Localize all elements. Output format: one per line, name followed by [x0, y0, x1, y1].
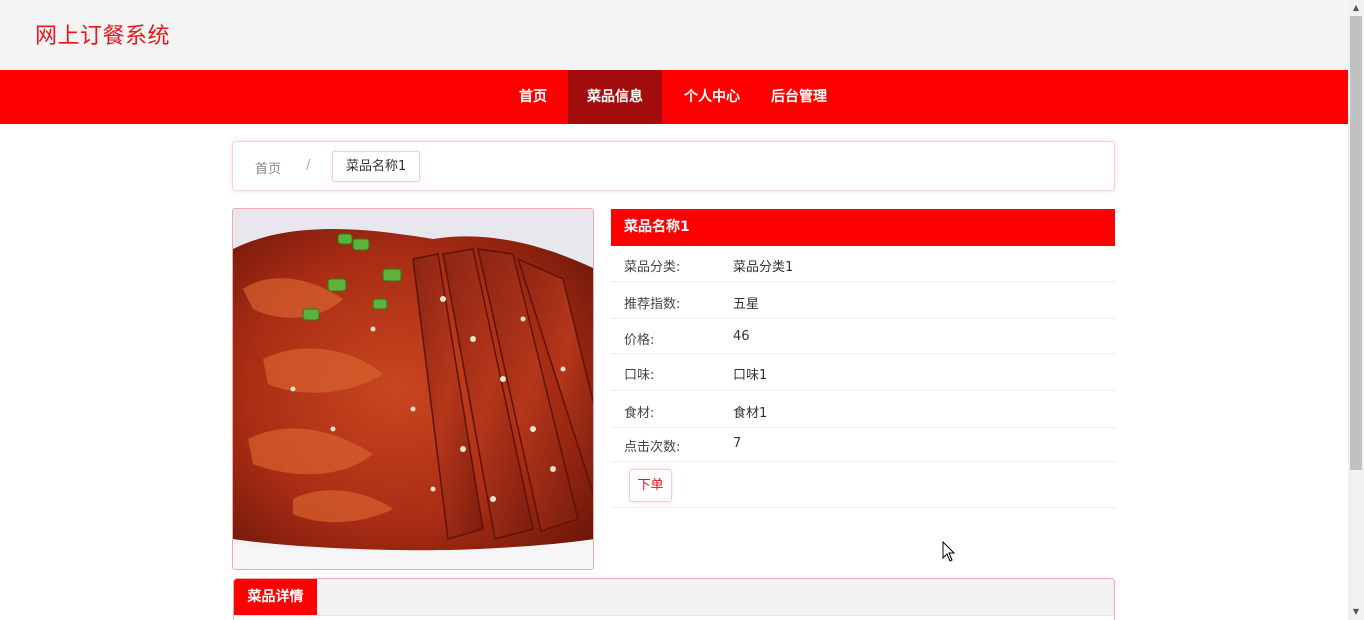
info-row-category: 菜品分类: 菜品分类1	[611, 246, 1115, 282]
nav-item-admin[interactable]: 后台管理	[761, 70, 837, 124]
scroll-down-arrow-icon[interactable]: ▼	[1348, 604, 1364, 620]
breadcrumb-separator: /	[306, 158, 311, 173]
info-row-flavor: 口味: 口味1	[611, 354, 1115, 391]
mouse-cursor-icon	[942, 541, 956, 562]
info-row-price: 价格: 46	[611, 319, 1115, 354]
main-nav: 首页 菜品信息 个人中心 后台管理	[0, 70, 1348, 124]
info-label: 口味:	[624, 368, 655, 383]
info-value: 口味1	[733, 368, 768, 383]
breadcrumb: 首页 / 菜品名称1	[232, 141, 1115, 191]
dish-photo	[232, 208, 594, 570]
order-row: 下单	[611, 462, 1115, 508]
nav-item-dish-info[interactable]: 菜品信息	[568, 70, 662, 124]
info-row-clicks: 点击次数: 7	[611, 428, 1115, 462]
detail-tab-bar: 菜品详情	[234, 579, 1114, 616]
info-label: 食材:	[624, 406, 655, 421]
scroll-up-arrow-icon[interactable]: ▲	[1348, 0, 1364, 16]
order-button[interactable]: 下单	[629, 469, 672, 502]
breadcrumb-current: 菜品名称1	[332, 151, 421, 182]
nav-item-home[interactable]: 首页	[503, 70, 563, 124]
dish-detail-section: 菜品详情	[233, 578, 1115, 620]
tab-dish-detail[interactable]: 菜品详情	[234, 579, 317, 615]
breadcrumb-home-link[interactable]: 首页	[255, 158, 281, 177]
info-label: 推荐指数:	[624, 297, 681, 312]
info-value: 五星	[733, 297, 760, 312]
info-label: 菜品分类:	[624, 260, 681, 275]
info-value: 46	[733, 329, 750, 344]
info-row-rating: 推荐指数: 五星	[611, 282, 1115, 319]
info-label: 价格:	[624, 333, 655, 348]
dish-name-header: 菜品名称1	[611, 209, 1115, 246]
info-row-ingredients: 食材: 食材1	[611, 391, 1115, 428]
info-label: 点击次数:	[624, 440, 681, 455]
site-title: 网上订餐系统	[35, 24, 171, 49]
top-header: 网上订餐系统	[0, 0, 1348, 70]
dish-photo-icon	[233, 209, 593, 569]
page-scrollbar[interactable]: ▲ ▼	[1348, 0, 1364, 620]
info-value: 菜品分类1	[733, 260, 794, 275]
info-value: 食材1	[733, 406, 768, 421]
nav-item-personal-center[interactable]: 个人中心	[674, 70, 750, 124]
dish-info-panel: 菜品名称1 菜品分类: 菜品分类1 推荐指数: 五星 价格: 46 口味: 口味…	[611, 209, 1115, 508]
scroll-thumb[interactable]	[1350, 16, 1362, 470]
info-value: 7	[733, 436, 742, 451]
